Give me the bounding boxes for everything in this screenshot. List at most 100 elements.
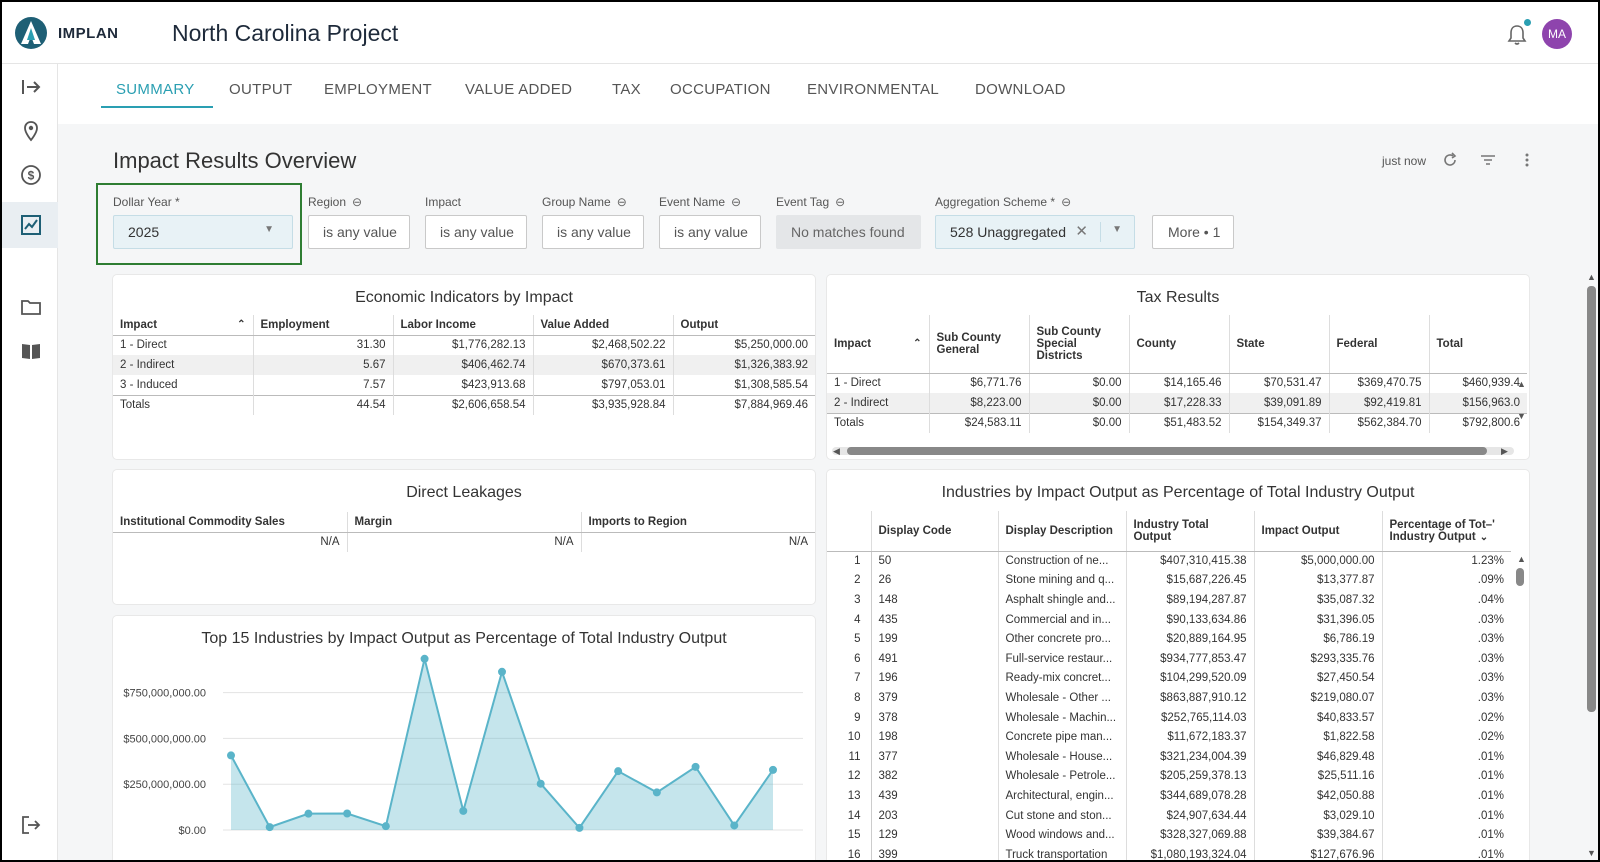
table-row[interactable]: 5 199 Other concrete pro... $20,889,164.95 $… [827,629,1511,649]
notification-bell-icon[interactable] [1507,24,1527,46]
data-point[interactable] [304,809,313,818]
table-row[interactable]: 6 491 Full-service restaur... $934,777,853.… [827,648,1511,669]
industry-total-output-cell: $344,689,078.28 [1126,786,1255,806]
aggregation-label: Aggregation Scheme * ⊖ [935,195,1072,209]
column-header[interactable]: Display Description [998,511,1127,552]
column-header[interactable]: Sub County General [929,315,1030,374]
tab-employment[interactable]: EMPLOYMENT [324,81,432,98]
column-header[interactable]: Display Code [871,511,999,552]
user-avatar[interactable]: MA [1542,19,1572,49]
table-row[interactable]: 12 382 Wholesale - Petrole... $205,259,378.… [827,766,1511,787]
data-point[interactable] [536,779,545,788]
filter-icon[interactable] [1480,152,1496,168]
column-header[interactable]: Federal [1329,315,1430,374]
column-header[interactable]: Margin [347,512,582,533]
page-scroll-up-icon[interactable]: ▲ [1587,272,1596,282]
expand-sidebar-icon[interactable] [20,76,42,98]
scroll-left-arrow-icon[interactable]: ◀ [833,446,840,457]
data-point[interactable] [343,809,352,818]
table-row[interactable]: 4 435 Commercial and in... $90,133,634.86 $3… [827,609,1511,630]
scroll-right-arrow-icon[interactable]: ▶ [1501,446,1508,457]
tab-output[interactable]: OUTPUT [229,81,292,98]
table-row[interactable]: 3 148 Asphalt shingle and... $89,194,287.87… [827,590,1511,610]
page-scroll-thumb[interactable] [1587,286,1596,712]
table-row: 2 - Indirect $8,223.00 $0.00 $17,228.33 $39,… [827,393,1527,413]
table-row[interactable]: 11 377 Wholesale - House... $321,234,004.39… [827,746,1511,767]
scroll-up-arrow-icon[interactable]: ▲ [1517,554,1526,564]
event-name-filter[interactable]: is any value [659,215,761,249]
table-row[interactable]: 1 50 Construction of ne... $407,310,415.38 $… [827,551,1511,571]
table-row[interactable]: 14 203 Cut stone and ston... $24,907,634.44… [827,805,1511,826]
dollar-year-select[interactable]: 2025 ▼ [113,215,293,249]
column-header[interactable]: State [1229,315,1330,374]
refresh-icon[interactable] [1442,152,1458,168]
data-point[interactable] [614,767,623,776]
table-row[interactable]: 13 439 Architectural, engin... $344,689,078… [827,786,1511,806]
table-row[interactable]: 2 26 Stone mining and q... $15,687,226.45 $1… [827,570,1511,591]
top-industries-chart-card: Top 15 Industries by Impact Output as Pe… [113,616,815,860]
table-row[interactable]: 16 399 Truck transportation $1,080,193,324.… [827,844,1511,860]
page-scroll-down-icon[interactable]: ▼ [1587,848,1596,858]
region-filter[interactable]: is any value [308,215,410,249]
data-point[interactable] [227,751,235,760]
more-options-icon[interactable] [1519,152,1535,168]
dollar-icon[interactable]: $ [20,164,42,186]
book-icon[interactable] [20,340,42,362]
folder-icon[interactable] [20,296,42,318]
column-header[interactable]: County [1129,315,1230,374]
data-point[interactable] [730,821,739,830]
percentage-cell: .01% [1477,750,1504,763]
tab-summary[interactable]: SUMMARY [116,81,195,98]
more-filters-button[interactable]: More • 1 [1152,215,1234,249]
sort-up-icon[interactable]: ⌃ [913,338,921,349]
tab-value-added[interactable]: VALUE ADDED [465,81,572,98]
data-point[interactable] [575,823,584,832]
aggregation-select[interactable]: 528 Unaggregated ✕ ▼ [935,215,1135,249]
table-row[interactable]: 15 129 Wood windows and... $328,327,069.88 $… [827,825,1511,845]
data-point[interactable] [420,654,429,663]
column-header[interactable]: Industry Total Output [1126,511,1255,552]
chevron-down-icon[interactable]: ▼ [1112,224,1122,235]
data-point[interactable] [265,823,274,832]
column-header[interactable]: Impact Output [1254,511,1383,552]
data-point[interactable] [381,822,390,831]
sort-up-icon[interactable]: ⌃ [237,319,245,330]
horizontal-scroll-thumb[interactable] [847,447,1487,455]
tab-environmental[interactable]: ENVIRONMENTAL [807,81,939,98]
tab-download[interactable]: DOWNLOAD [975,81,1066,98]
clear-icon[interactable]: ✕ [1075,222,1088,240]
tab-occupation[interactable]: OCCUPATION [670,81,771,98]
column-header[interactable]: Output [673,315,815,336]
impact-filter[interactable]: is any value [425,215,527,249]
data-point[interactable] [769,765,777,774]
column-header[interactable]: Percentage of Tot–' Industry Output ⌄ [1382,511,1511,552]
vertical-scroll-thumb[interactable] [1516,568,1524,586]
data-point[interactable] [459,806,468,815]
column-header[interactable]: Imports to Region [581,512,815,533]
tab-tax[interactable]: TAX [612,81,641,98]
scroll-up-arrow-icon[interactable]: ▲ [1517,379,1526,389]
logout-icon[interactable] [20,814,42,836]
data-point[interactable] [498,667,506,676]
location-pin-icon[interactable] [20,120,42,142]
column-header[interactable]: Sub County Special Districts [1029,315,1130,374]
data-point[interactable] [652,788,661,797]
table-row[interactable]: 10 198 Concrete pipe man... $11,672,183.37 $… [827,727,1511,747]
table-row[interactable]: 9 378 Wholesale - Machin... $252,765,114.03… [827,707,1511,728]
column-header[interactable]: Total [1429,315,1527,374]
table-row[interactable]: 7 196 Ready-mix concret... $104,299,520.09 $… [827,668,1511,689]
group-name-filter[interactable]: is any value [542,215,644,249]
column-header[interactable]: Labor Income [393,315,534,336]
scroll-down-arrow-icon[interactable]: ▼ [1517,411,1526,421]
column-header[interactable]: Value Added [533,315,674,336]
results-chart-icon[interactable] [20,214,42,236]
sort-down-icon[interactable]: ⌄ [1480,532,1488,543]
column-header[interactable]: Institutional Commodity Sales [113,512,348,533]
data-point[interactable] [691,762,700,771]
column-header[interactable]: Impact ⌃ [827,315,930,374]
table-row[interactable]: 8 379 Wholesale - Other ... $863,887,910.12… [827,688,1511,708]
display-description-cell: Wholesale - Petrole... [998,766,1127,787]
column-header[interactable]: Employment [253,315,394,336]
column-header[interactable]: Impact ⌃ [113,315,254,336]
event-tag-label: Event Tag ⊖ [776,195,846,209]
